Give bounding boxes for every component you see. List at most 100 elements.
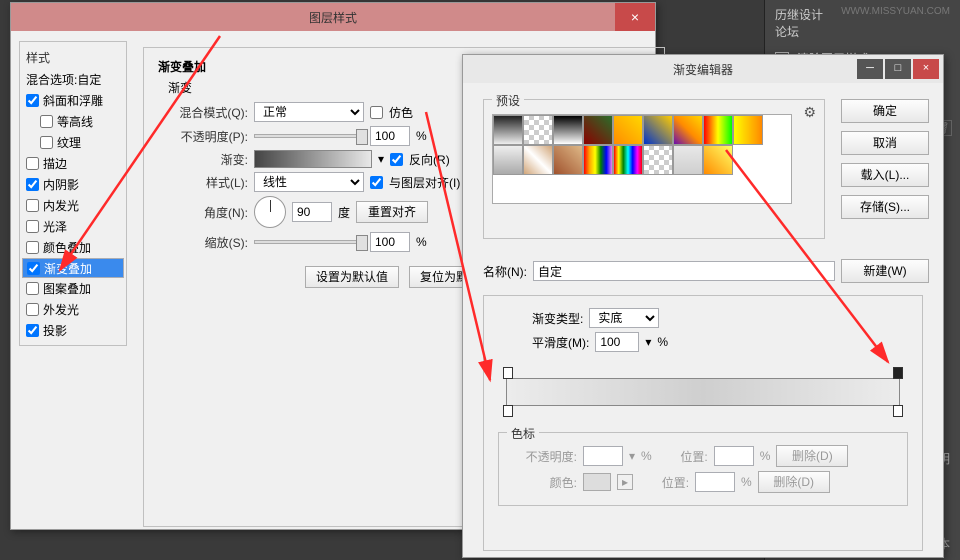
contour-checkbox[interactable] [40,115,53,128]
pattern-checkbox[interactable] [26,282,39,295]
gear-icon[interactable]: ⚙ [803,104,816,121]
smooth-input[interactable] [595,332,639,352]
sidebar-item-stroke[interactable]: 描边 [22,153,124,174]
gradient-editor-titlebar[interactable]: 渐变编辑器 ─ □ × [463,55,943,83]
satin-checkbox[interactable] [26,220,39,233]
sidebar-heading: 样式 [22,46,124,69]
layer-style-title: 图层样式 [309,9,357,26]
scale-input[interactable] [370,232,410,252]
type-select[interactable]: 实底 [589,308,659,328]
sidebar-item-coloroverlay[interactable]: 颜色叠加 [22,237,124,258]
reset-align-button[interactable]: 重置对齐 [356,201,428,223]
preset-swatch[interactable] [643,145,673,175]
close-icon[interactable]: × [913,59,939,79]
angle-unit: 度 [338,204,350,221]
chevron-down-icon: ▾ [629,449,635,463]
texture-checkbox[interactable] [40,136,53,149]
sidebar-item-innerglow[interactable]: 内发光 [22,195,124,216]
reverse-checkbox[interactable] [390,153,403,166]
preset-swatch[interactable] [583,145,613,175]
maximize-icon[interactable]: □ [885,59,911,79]
preset-grid[interactable] [492,114,792,204]
angle-label: 角度(N): [158,204,248,221]
align-label: 与图层对齐(I) [389,174,460,191]
save-button[interactable]: 存储(S)... [841,195,929,219]
sidebar-item-innershadow[interactable]: 内阴影 [22,174,124,195]
preset-swatch[interactable] [523,145,553,175]
gradient-editor-dialog: 渐变编辑器 ─ □ × 预设 ⚙ [462,54,944,558]
new-button[interactable]: 新建(W) [841,259,929,283]
scale-pct: % [416,235,427,249]
sidebar-item-contour[interactable]: 等高线 [22,111,124,132]
outerglow-checkbox[interactable] [26,303,39,316]
preset-swatch[interactable] [493,115,523,145]
scale-label: 缩放(S): [158,234,248,251]
sidebar-item-texture[interactable]: 纹理 [22,132,124,153]
forum-url: WWW.MISSYUAN.COM [841,6,950,40]
styles-sidebar: 样式 混合选项:自定 斜面和浮雕 等高线 纹理 描边 内阴影 内发光 光泽 颜色… [19,41,127,346]
sidebar-item-bevel[interactable]: 斜面和浮雕 [22,90,124,111]
stops-title: 色标 [507,425,539,442]
preset-swatch[interactable] [703,115,733,145]
color-stop-left[interactable] [503,405,513,417]
align-checkbox[interactable] [370,176,383,189]
preset-swatch[interactable] [553,145,583,175]
cancel-button[interactable]: 取消 [841,131,929,155]
blend-options-item[interactable]: 混合选项:自定 [22,69,124,90]
innershadow-checkbox[interactable] [26,178,39,191]
angle-dial[interactable] [254,196,286,228]
sidebar-item-dropshadow[interactable]: 投影 [22,320,124,341]
chevron-down-icon[interactable]: ▾ [378,152,384,166]
angle-input[interactable] [292,202,332,222]
bevel-checkbox[interactable] [26,94,39,107]
forum-text: 历继设计论坛 [775,6,831,40]
close-icon[interactable]: × [615,3,655,31]
innerglow-checkbox[interactable] [26,199,39,212]
dither-checkbox[interactable] [370,106,383,119]
preset-swatch[interactable] [643,115,673,145]
preset-swatch[interactable] [583,115,613,145]
opacity-slider[interactable] [254,134,364,138]
stop-color-label: 颜色: [507,474,577,491]
stop-pos-input [714,446,754,466]
chevron-down-icon[interactable]: ▾ [645,335,651,349]
stroke-checkbox[interactable] [26,157,39,170]
sidebar-item-pattern[interactable]: 图案叠加 [22,278,124,299]
gradient-preview[interactable] [254,150,372,168]
stops-group: 色标 不透明度: ▾% 位置: % 删除(D) 颜色: ▸ 位置: % 删除(D… [498,432,908,506]
stop-pos2-input [695,472,735,492]
gradient-bar[interactable] [506,378,900,406]
opacity-input[interactable] [370,126,410,146]
opacity-stop-left[interactable] [503,367,513,379]
layer-style-titlebar[interactable]: 图层样式 × [11,3,655,31]
load-button[interactable]: 载入(L)... [841,163,929,187]
preset-swatch[interactable] [613,145,643,175]
gradoverlay-checkbox[interactable] [27,262,40,275]
preset-swatch[interactable] [493,145,523,175]
presets-label: 预设 [492,92,524,109]
ok-button[interactable]: 确定 [841,99,929,123]
name-input[interactable] [533,261,835,281]
blend-mode-select[interactable]: 正常 [254,102,364,122]
opacity-stop-right[interactable] [893,367,903,379]
preset-swatch[interactable] [613,115,643,145]
preset-swatch[interactable] [523,115,553,145]
minimize-icon[interactable]: ─ [857,59,883,79]
style-label: 样式(L): [158,174,248,191]
sidebar-item-satin[interactable]: 光泽 [22,216,124,237]
style-select[interactable]: 线性 [254,172,364,192]
chevron-right-icon: ▸ [617,474,633,490]
sidebar-item-gradoverlay[interactable]: 渐变叠加 [22,258,124,278]
dropshadow-checkbox[interactable] [26,324,39,337]
preset-swatch[interactable] [733,115,763,145]
coloroverlay-checkbox[interactable] [26,241,39,254]
preset-swatch[interactable] [673,115,703,145]
preset-swatch[interactable] [673,145,703,175]
scale-slider[interactable] [254,240,364,244]
gradient-label: 渐变: [158,151,248,168]
preset-swatch[interactable] [553,115,583,145]
preset-swatch[interactable] [703,145,733,175]
set-default-button[interactable]: 设置为默认值 [305,266,399,288]
color-stop-right[interactable] [893,405,903,417]
sidebar-item-outerglow[interactable]: 外发光 [22,299,124,320]
